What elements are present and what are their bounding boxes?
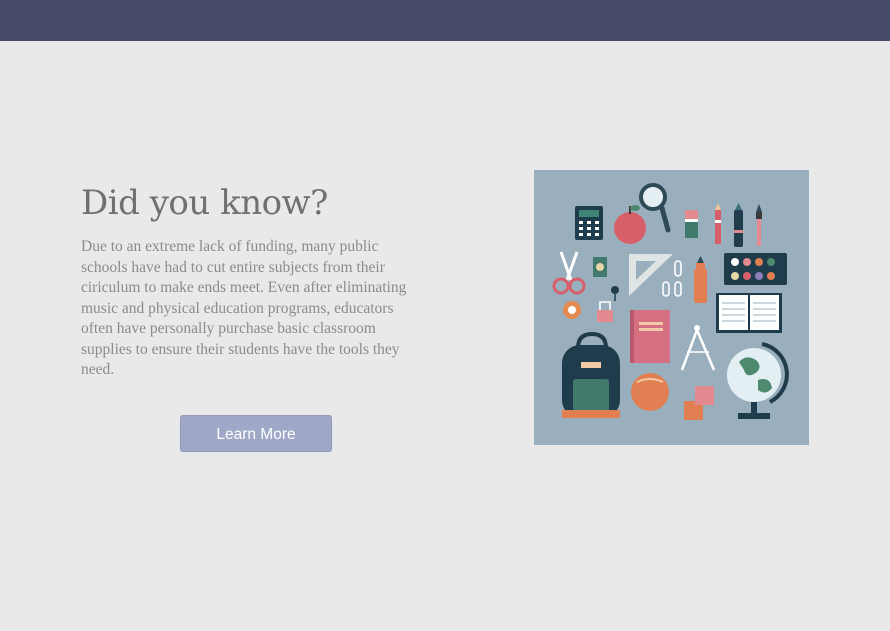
globe-icon bbox=[727, 342, 789, 419]
learn-more-button[interactable]: Learn More bbox=[180, 415, 332, 452]
top-navigation-bar bbox=[0, 0, 890, 41]
eraser-icon bbox=[685, 210, 698, 238]
scissors-icon bbox=[552, 251, 586, 295]
brush-icon bbox=[756, 204, 762, 246]
ball-icon bbox=[631, 373, 669, 411]
marker-icon bbox=[734, 203, 743, 247]
calculator-icon bbox=[575, 206, 603, 240]
book-icon bbox=[630, 310, 670, 363]
body-paragraph: Due to an extreme lack of funding, many … bbox=[81, 238, 407, 378]
thumbtack-icon bbox=[611, 286, 619, 301]
page-title: Did you know? bbox=[81, 183, 328, 223]
tape-icon bbox=[563, 301, 581, 319]
highlighter-icon bbox=[694, 256, 707, 303]
school-supplies-illustration bbox=[534, 170, 809, 445]
sticky-notes-icon bbox=[684, 386, 714, 420]
open-book-icon bbox=[716, 293, 782, 333]
paint-palette-icon bbox=[724, 253, 787, 285]
binder-clip-icon bbox=[597, 301, 613, 322]
sharpener-icon bbox=[593, 257, 607, 277]
pencil-icon bbox=[715, 203, 721, 244]
paperclip-icon bbox=[662, 260, 682, 297]
main-content: Did you know? Due to an extreme lack of … bbox=[0, 41, 890, 631]
apple-icon bbox=[614, 205, 646, 244]
backpack-icon bbox=[562, 331, 620, 418]
compass-icon bbox=[680, 325, 716, 371]
ruler-triangle-icon bbox=[629, 254, 673, 296]
